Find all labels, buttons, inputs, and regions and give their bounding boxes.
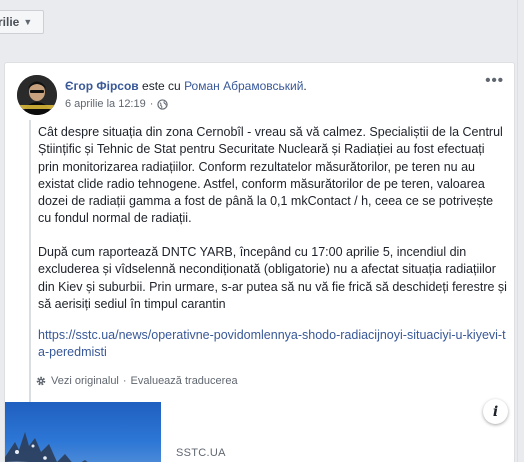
translated-text-block: Cât despre situația din zona Cernobîl - …: [29, 120, 509, 445]
globe-icon: [157, 98, 169, 110]
translation-paragraph-2: După cum raportează DNTC YARB, începând …: [38, 245, 507, 311]
tagged-person[interactable]: Роман Абрамовський: [184, 79, 303, 93]
filter-dropdown[interactable]: rilie ▼: [0, 10, 44, 34]
link-preview-image[interactable]: [5, 402, 161, 462]
divider: [517, 0, 518, 462]
post-header: Єгор Фірсов este cu Роман Абрамовський.: [65, 79, 307, 93]
post-timestamp[interactable]: 6 aprilie la 12:19: [65, 98, 146, 110]
view-original-link[interactable]: Vezi originalul: [51, 375, 119, 387]
post-card: Єгор Фірсов este cu Роман Абрамовський. …: [4, 62, 515, 462]
with-text: este cu: [142, 79, 181, 93]
filter-label: rilie: [0, 15, 20, 29]
post-meta: 6 aprilie la 12:19 ·: [65, 98, 169, 110]
rate-translation-link[interactable]: Evaluează traducerea: [131, 375, 238, 387]
chevron-down-icon: ▼: [23, 17, 33, 27]
info-icon[interactable]: i: [483, 399, 508, 424]
more-options-icon[interactable]: •••: [485, 73, 504, 88]
avatar[interactable]: [17, 75, 57, 115]
separator-dot: ·: [122, 375, 127, 387]
translation-footer: Vezi originalul · Evaluează traducerea: [35, 375, 238, 387]
translation-paragraph-1: Cât despre situația din zona Cernobîl - …: [38, 125, 503, 226]
gear-icon[interactable]: [35, 375, 47, 387]
source-link[interactable]: https://sstc.ua/news/operativne-povidoml…: [38, 327, 508, 362]
link-preview-domain[interactable]: SSTC.UA: [176, 447, 226, 459]
author-name[interactable]: Єгор Фірсов: [65, 79, 139, 93]
separator-dot: ·: [149, 98, 154, 110]
